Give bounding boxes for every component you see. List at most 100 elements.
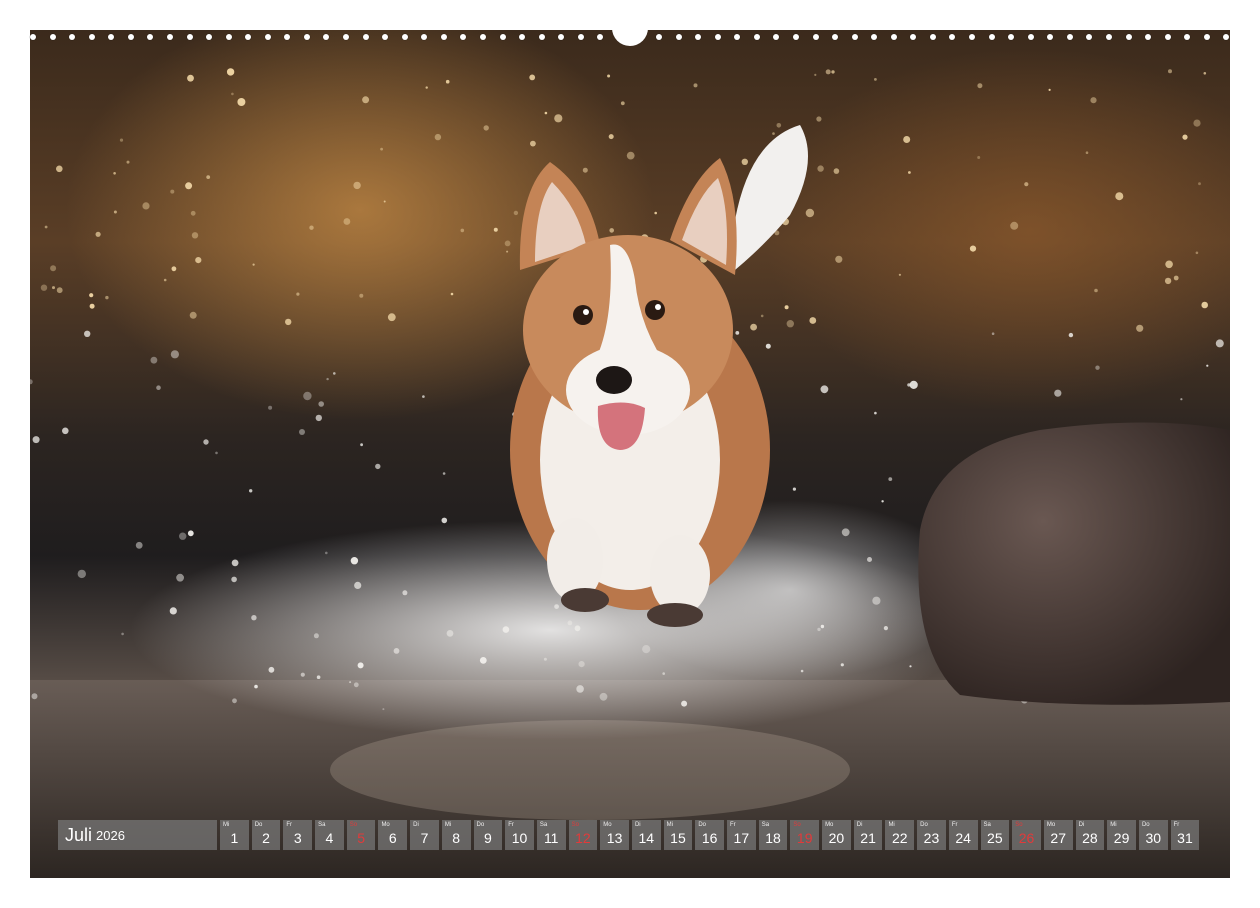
binding-hole <box>49 34 56 40</box>
day-number: 16 <box>701 830 718 846</box>
day-number: 15 <box>670 830 686 846</box>
binding-hole <box>1164 34 1171 40</box>
day-cell: Mi 22 <box>885 820 915 850</box>
droplet <box>315 414 322 422</box>
droplet <box>908 171 911 174</box>
droplet <box>187 74 194 82</box>
weekday-label: Di <box>856 822 863 828</box>
droplet <box>113 172 116 175</box>
binding-hole <box>792 34 799 40</box>
droplet <box>185 182 193 190</box>
droplet <box>215 451 218 455</box>
binding-hole <box>734 34 741 40</box>
droplet <box>578 661 585 668</box>
droplet <box>357 662 364 669</box>
droplet <box>206 175 211 180</box>
droplet <box>105 295 109 300</box>
droplet <box>254 684 258 689</box>
droplet <box>333 372 336 375</box>
droplet <box>30 379 33 385</box>
droplet <box>1215 339 1224 348</box>
day-cell: Fr 10 <box>505 820 534 850</box>
droplet <box>169 607 177 615</box>
day-number: 8 <box>452 830 461 846</box>
droplet <box>969 245 977 252</box>
binding-hole <box>656 34 662 40</box>
binding-hole <box>186 34 193 40</box>
binding-hole <box>558 34 565 40</box>
day-cell: Mi 29 <box>1107 820 1136 850</box>
droplet <box>608 134 614 140</box>
day-cell: Mo 6 <box>378 820 408 850</box>
droplet <box>909 665 912 668</box>
droplet <box>776 123 782 128</box>
droplet <box>607 74 611 78</box>
day-number: 14 <box>638 830 655 846</box>
binding-hole <box>1184 34 1191 40</box>
droplet <box>176 573 185 582</box>
droplet <box>741 158 748 165</box>
droplet <box>599 692 608 701</box>
droplet <box>800 669 804 673</box>
binding-hole <box>147 34 154 40</box>
droplet <box>1193 119 1201 127</box>
day-number: 26 <box>1018 830 1035 846</box>
weekday-label: Do <box>920 822 928 828</box>
day-number: 20 <box>828 830 845 846</box>
binding-hole <box>362 34 369 40</box>
droplet <box>662 672 665 675</box>
binding-hole <box>1086 34 1093 40</box>
day-cell: Mo 27 <box>1043 820 1073 850</box>
droplet <box>77 569 86 579</box>
day-cell: Sa 25 <box>980 820 1010 850</box>
droplet <box>809 317 817 324</box>
droplet <box>382 708 385 711</box>
droplet <box>251 615 257 621</box>
droplet <box>442 472 446 475</box>
droplet <box>84 330 91 337</box>
binding-hole <box>969 34 975 40</box>
droplet <box>300 672 305 677</box>
droplet <box>609 228 614 233</box>
droplet <box>170 189 175 194</box>
droplet <box>582 167 588 173</box>
day-cell: Mo 13 <box>600 820 629 850</box>
day-number: 31 <box>1177 830 1193 846</box>
droplet <box>362 96 370 104</box>
droplet <box>872 596 881 605</box>
weekday-label: Do <box>254 822 263 828</box>
droplet <box>231 92 234 96</box>
droplet <box>189 311 197 319</box>
droplet <box>504 240 511 247</box>
binding-hole <box>1008 34 1015 40</box>
droplet <box>44 225 48 229</box>
droplet <box>450 292 454 296</box>
weekday-label: Mo <box>381 822 390 828</box>
droplet <box>360 443 363 447</box>
day-cell: Fr 31 <box>1170 820 1200 850</box>
binding-hole <box>773 34 780 40</box>
droplet <box>393 648 400 654</box>
droplet <box>805 208 815 218</box>
day-cell: Di 28 <box>1075 820 1105 850</box>
droplet <box>285 318 292 326</box>
droplet <box>750 323 757 331</box>
droplet <box>56 287 63 294</box>
droplet <box>1201 301 1208 309</box>
weekday-label: Mi <box>1110 822 1117 828</box>
droplet <box>817 627 821 632</box>
droplet <box>1180 398 1183 401</box>
droplet <box>62 427 69 435</box>
droplet <box>203 439 209 445</box>
day-number: 17 <box>733 830 750 846</box>
day-cell: So 19 <box>790 820 820 850</box>
droplet <box>40 284 48 291</box>
droplet <box>840 663 844 667</box>
binding-hole <box>949 34 956 40</box>
droplet <box>1010 221 1019 230</box>
day-cell: Mi 8 <box>441 820 471 850</box>
day-cell: Do 23 <box>917 820 946 850</box>
binding-hole <box>382 34 389 40</box>
day-cell: Fr 24 <box>948 820 978 850</box>
droplet <box>226 68 235 76</box>
